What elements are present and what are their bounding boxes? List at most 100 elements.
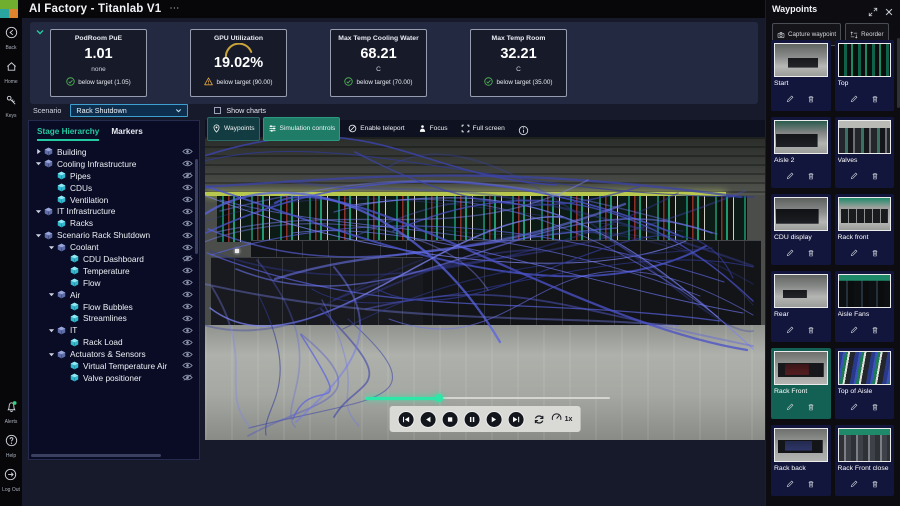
trash-icon[interactable] (807, 475, 815, 493)
tree-row[interactable]: Cooling Infrastructure (29, 158, 199, 170)
visibility-eye-icon[interactable] (182, 243, 194, 251)
tree-row[interactable]: Pipes (29, 170, 199, 182)
visibility-eye-icon[interactable] (182, 148, 194, 156)
scenario-dropdown[interactable]: Rack Shutdown (70, 104, 188, 117)
trash-icon[interactable] (871, 167, 879, 185)
popout-icon[interactable] (868, 4, 878, 14)
show-charts-checkbox[interactable]: Show charts (214, 106, 266, 115)
trash-icon[interactable] (871, 90, 879, 108)
tree-row[interactable]: IT Infrastructure (29, 205, 199, 217)
playback-skip-start-button[interactable] (398, 411, 415, 428)
timeline-slider[interactable] (365, 394, 610, 402)
visibility-eye-icon[interactable] (182, 291, 194, 299)
visibility-eye-icon[interactable] (182, 362, 194, 370)
checkbox-box[interactable] (214, 107, 221, 114)
tree-row[interactable]: Virtual Temperature Air (29, 360, 199, 372)
rail-item-home[interactable]: Home (4, 60, 17, 85)
pencil-icon[interactable] (786, 398, 794, 416)
visibility-eye-icon[interactable] (182, 231, 194, 239)
3d-scene[interactable]: 1x (205, 137, 765, 440)
waypoint-card[interactable]: Start (771, 40, 831, 111)
trash-icon[interactable] (807, 398, 815, 416)
visibility-eye-icon[interactable] (182, 219, 194, 227)
tree-row[interactable]: IT (29, 324, 199, 336)
trash-icon[interactable] (807, 321, 815, 339)
timeline-handle[interactable] (435, 394, 443, 402)
tree-row[interactable]: Flow (29, 277, 199, 289)
waypoint-card[interactable]: Top (835, 40, 895, 111)
tree-row[interactable]: Temperature (29, 265, 199, 277)
visibility-eye-icon[interactable] (182, 350, 194, 358)
waypoint-card[interactable]: Rack back (771, 425, 831, 496)
toolbar-button-simulation-controls[interactable]: Simulation controls (263, 117, 341, 141)
tree-row[interactable]: Actuators & Sensors (29, 348, 199, 360)
playback-skip-end-button[interactable] (508, 411, 525, 428)
toolbar-button-waypoints[interactable]: Waypoints (207, 117, 260, 141)
visibility-off-eye-icon[interactable] (182, 172, 194, 180)
waypoint-card[interactable]: Rack Front (771, 348, 831, 419)
toolbar-button-enable-teleport[interactable]: Enable teleport (343, 117, 409, 141)
tab-stage-hierarchy[interactable]: Stage Hierarchy (37, 127, 99, 141)
tree-row[interactable]: Building (29, 146, 199, 158)
pencil-icon[interactable] (850, 90, 858, 108)
tree-collapse-arrow-icon[interactable] (35, 148, 44, 155)
visibility-off-eye-icon[interactable] (182, 374, 194, 382)
kpi-collapse-chevron-icon[interactable] (35, 24, 45, 34)
visibility-eye-icon[interactable] (182, 314, 194, 322)
waypoint-card[interactable]: Top of Aisle (835, 348, 895, 419)
pencil-icon[interactable] (786, 90, 794, 108)
trash-icon[interactable] (871, 244, 879, 262)
waypoint-card[interactable]: Aisle Fans (835, 271, 895, 342)
visibility-eye-icon[interactable] (182, 184, 194, 192)
tree-expand-arrow-icon[interactable] (48, 291, 57, 298)
tree-expand-arrow-icon[interactable] (48, 351, 57, 358)
waypoint-card[interactable]: Valves (835, 117, 895, 188)
visibility-eye-icon[interactable] (182, 279, 194, 287)
trash-icon[interactable] (807, 90, 815, 108)
trash-icon[interactable] (807, 167, 815, 185)
tree-expand-arrow-icon[interactable] (48, 244, 57, 251)
visibility-eye-icon[interactable] (182, 267, 194, 275)
playback-step-forward-button[interactable] (486, 411, 503, 428)
visibility-eye-icon[interactable] (182, 160, 194, 168)
pencil-icon[interactable] (850, 321, 858, 339)
tree-row[interactable]: Ventilation (29, 194, 199, 206)
tree-expand-arrow-icon[interactable] (48, 327, 57, 334)
visibility-eye-icon[interactable] (182, 338, 194, 346)
info-icon[interactable] (518, 123, 529, 134)
tree-row[interactable]: Flow Bubbles (29, 301, 199, 313)
trash-icon[interactable] (871, 321, 879, 339)
tree-expand-arrow-icon[interactable] (35, 232, 44, 239)
pencil-icon[interactable] (850, 244, 858, 262)
tree-row[interactable]: Scenario Rack Shutdown (29, 229, 199, 241)
tree-row[interactable]: Valve positioner (29, 372, 199, 384)
tree-vertical-scrollbar[interactable] (195, 159, 198, 254)
trash-icon[interactable] (807, 244, 815, 262)
waypoint-card[interactable]: Rack front (835, 194, 895, 265)
playback-stop-button[interactable] (442, 411, 459, 428)
visibility-eye-icon[interactable] (182, 207, 194, 215)
tab-markers[interactable]: Markers (111, 127, 142, 141)
trash-icon[interactable] (871, 398, 879, 416)
rail-item-back[interactable]: Back (5, 26, 18, 51)
pencil-icon[interactable] (850, 398, 858, 416)
rail-item-keys[interactable]: Keys (5, 94, 18, 119)
rail-item-logout[interactable]: Log Out (2, 468, 20, 493)
title-overflow-menu-icon[interactable]: ⋯ (169, 4, 179, 14)
visibility-off-eye-icon[interactable] (182, 255, 194, 263)
tree-expand-arrow-icon[interactable] (35, 208, 44, 215)
tree-horizontal-scrollbar[interactable] (31, 454, 161, 457)
tree-expand-arrow-icon[interactable] (35, 160, 44, 167)
trash-icon[interactable] (871, 475, 879, 493)
waypoint-card[interactable]: Rear (771, 271, 831, 342)
pencil-icon[interactable] (850, 167, 858, 185)
rail-item-alerts[interactable]: Alerts (5, 400, 18, 425)
visibility-eye-icon[interactable] (182, 196, 194, 204)
visibility-eye-icon[interactable] (182, 326, 194, 334)
close-icon[interactable] (884, 4, 894, 14)
pencil-icon[interactable] (786, 321, 794, 339)
toolbar-button-full-screen[interactable]: Full screen (456, 117, 510, 141)
playback-speed-control[interactable]: 1x (551, 410, 573, 428)
toolbar-button-focus[interactable]: Focus (413, 117, 453, 141)
tree-row[interactable]: Racks (29, 217, 199, 229)
